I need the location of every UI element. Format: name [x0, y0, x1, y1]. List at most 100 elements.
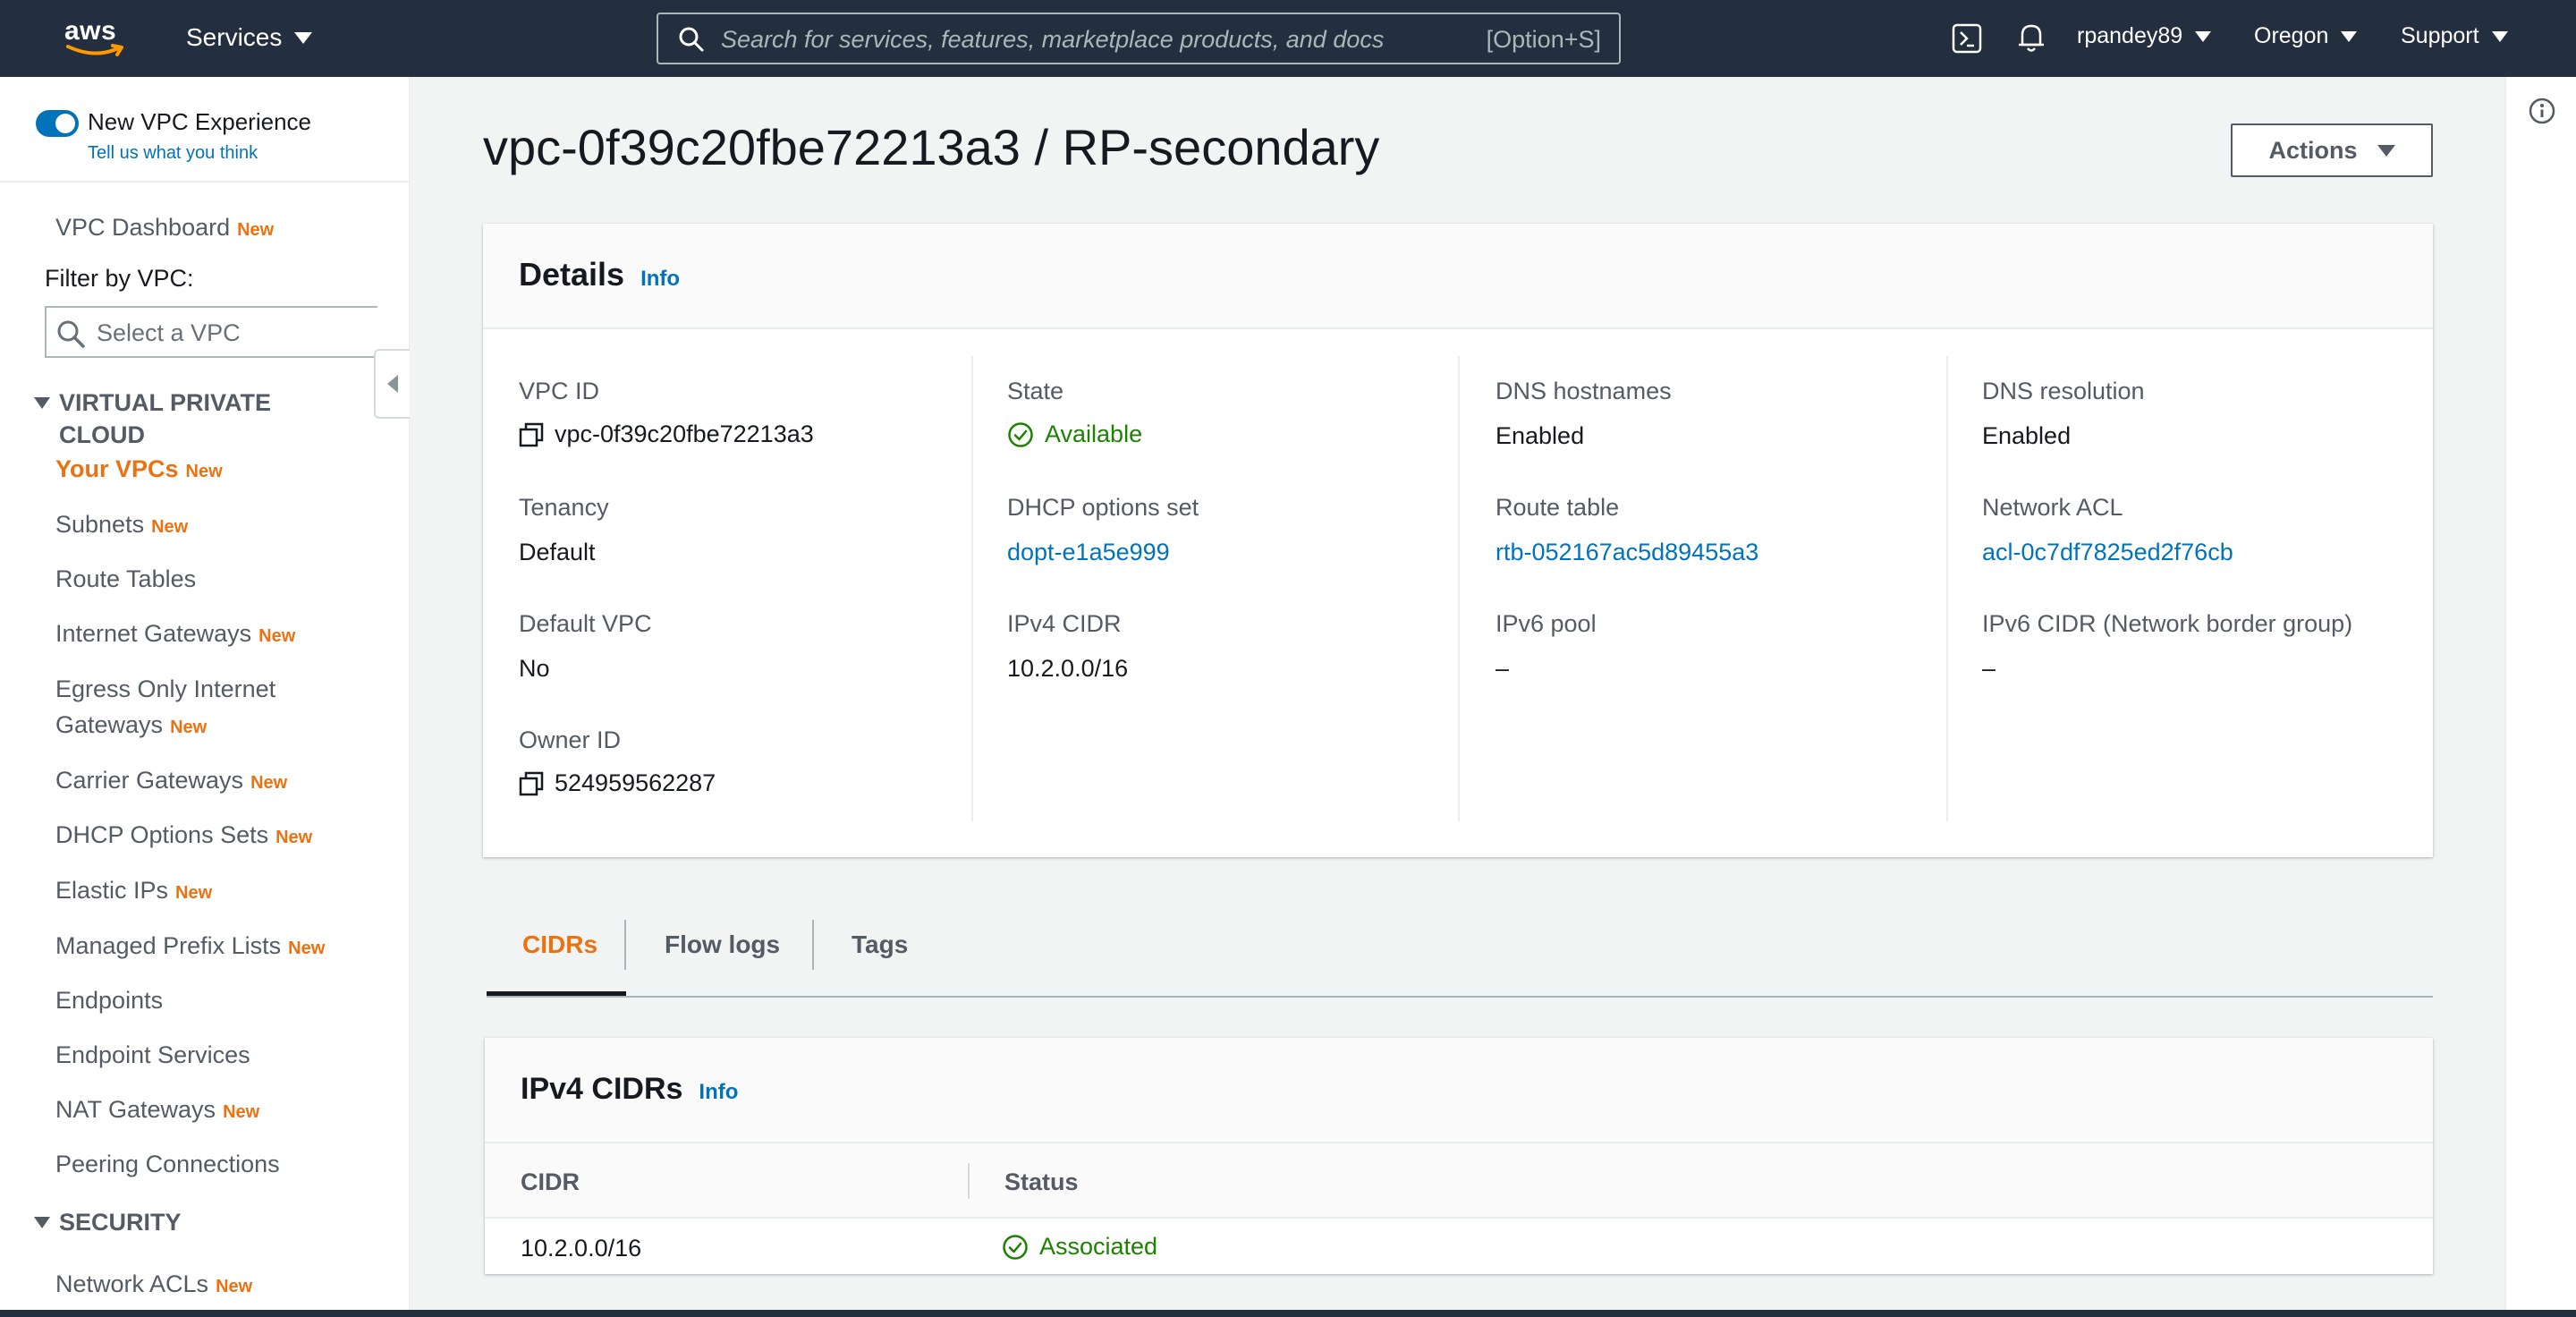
details-card-header: Details Info: [483, 224, 2433, 329]
sidebar-item-vpc-dashboard[interactable]: VPC Dashboard New: [55, 209, 274, 248]
sidebar-item-subnets[interactable]: Subnets New: [55, 506, 188, 545]
sidebar-item-label: Internet Gateways: [55, 620, 252, 647]
owner-id-value: 524959562287: [519, 769, 716, 797]
details-info-link[interactable]: Info: [640, 267, 680, 291]
default-vpc-value: No: [519, 655, 550, 682]
sidebar-item-label: Endpoints: [55, 987, 164, 1014]
table-row[interactable]: 10.2.0.0/16 Associated: [485, 1219, 2433, 1274]
tab-separator: [624, 920, 626, 970]
new-badge: New: [216, 1277, 253, 1296]
new-vpc-experience-toggle[interactable]: [36, 110, 79, 137]
sidebar-item-label: Endpoint Services: [55, 1041, 250, 1068]
chevron-left-icon: [387, 375, 398, 393]
tab-separator: [812, 920, 814, 970]
dns-resolution-value: Enabled: [1982, 422, 2072, 449]
table-header-row: CIDR Status: [485, 1143, 2433, 1219]
ipv6-cidr-label: IPv6 CIDR (Network border group): [1982, 610, 2353, 637]
sidebar-item-label: Carrier Gateways: [55, 767, 244, 794]
default-vpc-label: Default VPC: [519, 610, 652, 637]
new-badge: New: [258, 626, 296, 646]
sidebar-item-nat-gateways[interactable]: NAT Gateways New: [55, 1092, 259, 1130]
tabs-baseline: [487, 996, 2433, 998]
account-menu[interactable]: rpandey89: [2077, 23, 2212, 49]
column-resizer[interactable]: [968, 1163, 970, 1199]
sidebar-item-internet-gateways[interactable]: Internet Gateways New: [55, 616, 295, 654]
info-circle-icon[interactable]: [2528, 97, 2556, 125]
sidebar-item-carrier-gateways[interactable]: Carrier Gateways New: [55, 762, 287, 801]
state-label: State: [1007, 378, 1064, 404]
chevron-down-icon: [2491, 30, 2508, 42]
new-badge: New: [170, 718, 208, 737]
aws-smile-icon: [66, 44, 123, 56]
state-value: Available: [1007, 421, 1142, 448]
route-table-link[interactable]: rtb-052167ac5d89455a3: [1496, 539, 1758, 566]
tab-cidrs[interactable]: CIDRs: [522, 930, 597, 959]
sidebar-item-endpoint-services[interactable]: Endpoint Services: [55, 1037, 250, 1073]
new-badge: New: [288, 939, 326, 958]
services-label: Services: [186, 23, 283, 51]
region-menu[interactable]: Oregon: [2254, 23, 2358, 49]
aws-logo[interactable]: aws: [64, 16, 127, 61]
sidebar-item-route-tables[interactable]: Route Tables: [55, 561, 196, 597]
sidebar-item-network-acls[interactable]: Network ACLs New: [55, 1266, 252, 1304]
column-divider: [1458, 356, 1460, 821]
cloudshell-icon[interactable]: [1952, 23, 1982, 54]
sidebar: New VPC Experience Tell us what you thin…: [0, 77, 410, 1312]
sidebar-item-endpoints[interactable]: Endpoints: [55, 982, 163, 1018]
sidebar-item-dhcp-options-sets[interactable]: DHCP Options Sets New: [55, 817, 312, 855]
ipv4-cidrs-info-link[interactable]: Info: [699, 1080, 738, 1104]
page-title: vpc-0f39c20fbe72213a3 / RP-secondary: [483, 119, 1380, 175]
network-acl-link[interactable]: acl-0c7df7825ed2f76cb: [1982, 539, 2233, 566]
vpc-id-label: VPC ID: [519, 378, 600, 404]
sidebar-item-your-vpcs[interactable]: Your VPCs New: [55, 451, 223, 489]
sidebar-item-label: Route Tables: [55, 565, 197, 592]
sidebar-item-label: VPC Dashboard: [55, 214, 231, 241]
sidebar-item-peering-connections[interactable]: Peering Connections: [55, 1146, 280, 1182]
global-search-input[interactable]: Search for services, features, marketpla…: [657, 13, 1621, 64]
sidebar-item-label: DHCP Options Sets: [55, 821, 269, 848]
cidr-cell: 10.2.0.0/16: [521, 1235, 642, 1262]
new-badge: New: [223, 1102, 260, 1122]
sidebar-item-managed-prefix-lists[interactable]: Managed Prefix Lists New: [55, 928, 325, 966]
vpc-filter-select[interactable]: Select a VPC: [45, 306, 377, 358]
search-placeholder: Search for services, features, marketpla…: [721, 26, 1385, 53]
column-header-cidr[interactable]: CIDR: [521, 1168, 580, 1196]
copy-icon[interactable]: [519, 422, 544, 447]
tenancy-value: Default: [519, 539, 596, 565]
owner-id-text: 524959562287: [555, 769, 716, 796]
feedback-link[interactable]: Tell us what you think: [88, 143, 258, 164]
sidebar-item-label: Egress Only Internet: [55, 675, 276, 702]
details-title-text: Details: [519, 256, 625, 293]
sidebar-item-elastic-ips[interactable]: Elastic IPs New: [55, 872, 212, 911]
check-circle-icon: [1003, 1234, 1028, 1260]
dns-hostnames-value: Enabled: [1496, 422, 1585, 449]
actions-button[interactable]: Actions: [2231, 123, 2433, 177]
sidebar-divider: [0, 181, 410, 183]
ipv4-cidrs-title: IPv4 CIDRs Info: [521, 1072, 738, 1107]
tab-flow-logs[interactable]: Flow logs: [665, 930, 780, 959]
search-shortcut-hint: [Option+S]: [1486, 26, 1601, 53]
copy-icon[interactable]: [519, 771, 544, 796]
services-menu[interactable]: Services: [186, 23, 313, 52]
tab-tags[interactable]: Tags: [852, 930, 908, 959]
toggle-knob: [55, 114, 75, 133]
column-header-status[interactable]: Status: [1004, 1168, 1079, 1196]
support-menu[interactable]: Support: [2401, 23, 2508, 49]
dhcp-options-link[interactable]: dopt-e1a5e999: [1007, 539, 1170, 566]
section-virtual-private-cloud[interactable]: VIRTUAL PRIVATE CLOUD: [34, 387, 302, 451]
sidebar-item-label: NAT Gateways: [55, 1096, 216, 1123]
section-security[interactable]: SECURITY: [34, 1206, 302, 1238]
bell-icon[interactable]: [2016, 21, 2046, 54]
details-card: Details Info VPC ID vpc-0f39c20fbe72213a3…: [483, 224, 2433, 857]
help-panel-rail: [2504, 77, 2576, 1312]
new-badge: New: [250, 773, 288, 793]
search-icon: [57, 320, 85, 348]
ipv4-cidrs-title-text: IPv4 CIDRs: [521, 1072, 683, 1106]
sidebar-item-label: Network ACLs: [55, 1270, 209, 1297]
sidebar-item-label: Elastic IPs: [55, 877, 169, 904]
new-badge: New: [151, 517, 189, 537]
sidebar-item-egress-only-internet-gateways[interactable]: Egress Only Internet Gateways New: [55, 671, 275, 745]
ipv6-pool-value: –: [1496, 655, 1510, 682]
collapse-sidebar-button[interactable]: [374, 349, 410, 419]
support-label: Support: [2401, 23, 2479, 48]
